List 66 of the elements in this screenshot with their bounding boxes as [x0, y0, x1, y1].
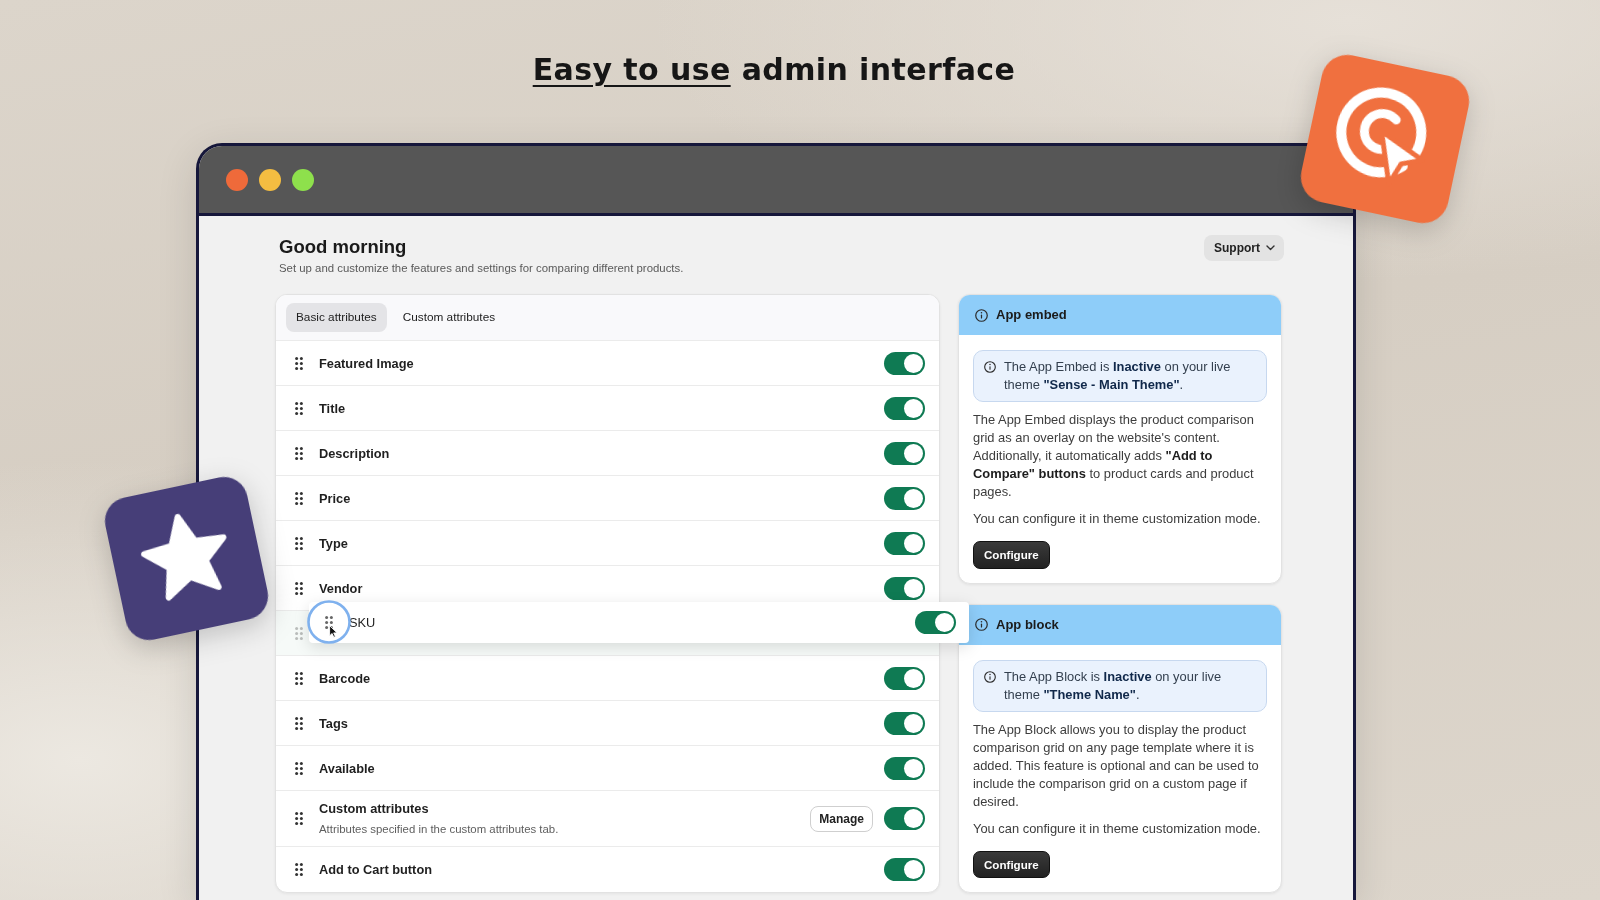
drag-handle-icon[interactable] — [295, 671, 303, 685]
card-description: The App Embed displays the product comparison grid as an overlay on the website's content. Additionally, it automatically adds "Add to Compare" buttons to product cards and product pages. — [973, 411, 1255, 502]
toggle-switch[interactable] — [884, 857, 925, 881]
info-icon — [984, 670, 996, 683]
drag-handle-icon[interactable] — [325, 616, 333, 630]
dragged-row[interactable]: SKU — [309, 602, 969, 644]
toggle-switch[interactable] — [884, 807, 925, 831]
toggle-switch[interactable] — [884, 576, 925, 600]
toggle-switch[interactable] — [884, 486, 925, 510]
toggle-switch[interactable] — [915, 611, 956, 635]
page-title: Good morning — [279, 236, 408, 258]
notice-text: The App Block is Inactive on your live theme "Theme Name". — [1004, 667, 1223, 704]
configure-button[interactable]: Configure — [973, 541, 1050, 569]
traffic-light-icon[interactable] — [259, 168, 281, 191]
attribute-label: Featured Image — [319, 354, 414, 373]
attribute-label: Price — [319, 489, 351, 508]
drag-handle-icon[interactable] — [295, 581, 303, 595]
info-icon — [975, 308, 988, 322]
drag-handle-icon[interactable] — [295, 401, 303, 415]
drag-handle-icon[interactable] — [295, 761, 303, 775]
info-icon — [984, 361, 996, 374]
info-icon — [975, 618, 988, 631]
attribute-label: Vendor — [319, 579, 363, 598]
attribute-label: Barcode — [319, 669, 371, 688]
drag-handle-icon[interactable] — [295, 626, 303, 640]
attribute-description: Attributes specified in the custom attributes tab. — [319, 821, 559, 837]
page-subtitle: Set up and customize the features and settings for comparing different products. — [279, 261, 684, 276]
toggle-switch[interactable] — [884, 396, 925, 420]
attribute-label: Add to Cart button — [319, 860, 432, 879]
manage-button[interactable]: Manage — [810, 805, 873, 832]
card-title: App embed — [996, 306, 1067, 325]
click-ring-icon — [307, 600, 351, 645]
card-description: The App Block allows you to display the product comparison grid on any page template where it is added. This feature is optional and can be used to include the comparison grid on a custom page if desired. — [973, 720, 1260, 811]
toggle-switch[interactable] — [884, 531, 925, 555]
toggle-switch[interactable] — [884, 441, 925, 465]
card-description: You can configure it in theme customization mode. — [973, 819, 1262, 838]
drag-handle-icon[interactable] — [295, 862, 303, 876]
card-title: App block — [996, 615, 1059, 634]
notice-text: The App Embed is Inactive on your live theme "Sense - Main Theme". — [1004, 358, 1232, 395]
headline-text: admin interface — [741, 52, 1016, 87]
drag-handle-icon[interactable] — [295, 716, 303, 730]
drag-handle-icon[interactable] — [295, 812, 303, 826]
traffic-light-icon[interactable] — [292, 168, 314, 191]
attribute-label: Title — [319, 399, 346, 418]
attribute-label: Type — [319, 534, 348, 553]
support-button[interactable]: Support — [1204, 235, 1284, 261]
attribute-label: Custom attributes — [319, 800, 430, 819]
drag-handle-icon[interactable] — [295, 536, 303, 550]
attribute-label: Description — [319, 444, 390, 463]
configure-button[interactable]: Configure — [973, 850, 1050, 878]
card-description: You can configure it in theme customization mode. — [973, 510, 1262, 529]
attributes-tab[interactable]: Basic attributes — [286, 302, 387, 333]
drag-handle-icon[interactable] — [295, 446, 303, 460]
drag-handle-icon[interactable] — [295, 356, 303, 370]
attribute-label: Available — [319, 759, 375, 778]
attribute-label: SKU — [349, 614, 376, 632]
attributes-tab[interactable]: Custom attributes — [392, 302, 506, 333]
pointer-cursor-icon — [329, 625, 338, 639]
toggle-switch[interactable] — [884, 666, 925, 690]
toggle-switch[interactable] — [884, 756, 925, 780]
attribute-label: Tags — [319, 714, 348, 733]
toggle-switch[interactable] — [884, 711, 925, 735]
drag-handle-icon[interactable] — [295, 491, 303, 505]
chevron-down-icon — [1266, 245, 1275, 251]
headline-emphasis-text: Easy to use — [532, 52, 731, 87]
toggle-switch[interactable] — [884, 351, 925, 375]
